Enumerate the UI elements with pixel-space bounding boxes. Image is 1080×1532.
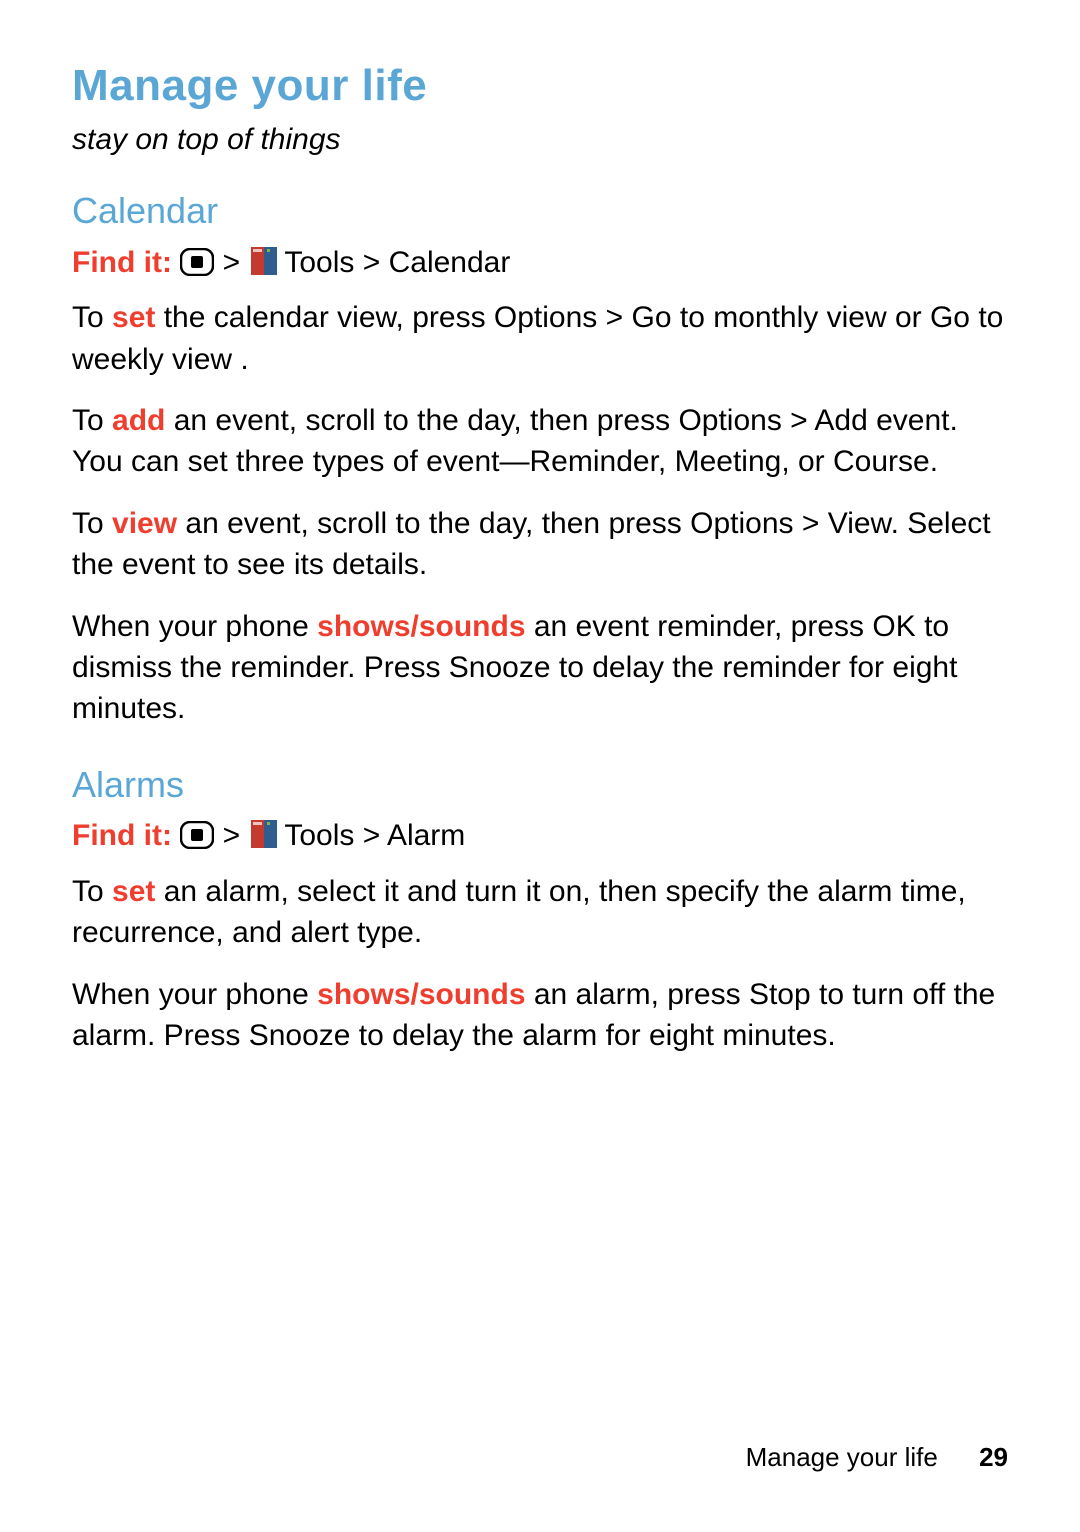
findit-label: Find it:: [72, 246, 172, 279]
ui-meeting: Meeting: [675, 445, 782, 478]
section-heading-calendar: Calendar: [72, 186, 1008, 236]
ui-reminder: Reminder: [530, 445, 658, 478]
ui-monthly-view: Go to monthly view: [632, 301, 887, 334]
breadcrumb-tools: Tools: [284, 819, 354, 852]
text: the calendar view, press: [155, 301, 494, 334]
home-key-icon: [180, 819, 214, 860]
calendar-reminder-paragraph: When your phone shows/sounds an event re…: [72, 606, 1008, 730]
text: >: [782, 404, 815, 437]
findit-label: Find it:: [72, 819, 172, 852]
ui-snooze: Snooze: [449, 651, 551, 684]
text: ,: [658, 445, 675, 478]
findit-calendar: Find it: > Tools > Calendar: [72, 242, 1008, 287]
alarm-set-paragraph: To set an alarm, select it and turn it o…: [72, 871, 1008, 954]
breadcrumb-sep: >: [223, 819, 241, 852]
ui-options: Options: [678, 404, 781, 437]
breadcrumb-sep: >: [363, 246, 381, 279]
calendar-add-paragraph: To add an event, scroll to the day, then…: [72, 400, 1008, 483]
ui-ok: OK: [872, 610, 915, 643]
text: an alarm, press: [526, 978, 749, 1011]
page-title: Manage your life: [72, 56, 1008, 117]
text: an event reminder, press: [526, 610, 873, 643]
page-subtitle: stay on top of things: [72, 119, 1008, 160]
ui-snooze: Snooze: [249, 1019, 351, 1052]
text: To: [72, 875, 112, 908]
tools-icon: [251, 245, 277, 286]
text: .: [930, 445, 938, 478]
ui-stop: Stop: [749, 978, 811, 1011]
ui-options: Options: [690, 507, 793, 540]
calendar-set-paragraph: To set the calendar view, press Options …: [72, 297, 1008, 380]
highlight-set: set: [112, 301, 155, 334]
breadcrumb-target: Calendar: [389, 246, 511, 279]
ui-options: Options: [494, 301, 597, 334]
text: .: [232, 343, 249, 376]
page-number: 29: [979, 1442, 1008, 1472]
page-container: Manage your life stay on top of things C…: [0, 0, 1080, 1532]
alarm-sounds-paragraph: When your phone shows/sounds an alarm, p…: [72, 974, 1008, 1057]
page-footer: Manage your life 29: [746, 1440, 1008, 1476]
highlight-shows-sounds: shows/sounds: [317, 978, 525, 1011]
findit-alarms: Find it: > Tools > Alarm: [72, 815, 1008, 860]
text: When your phone: [72, 978, 317, 1011]
text: >: [794, 507, 828, 540]
highlight-shows-sounds: shows/sounds: [317, 610, 525, 643]
text: To: [72, 507, 112, 540]
breadcrumb-sep: >: [223, 246, 241, 279]
text: or: [887, 301, 930, 334]
ui-course: Course: [833, 445, 930, 478]
ui-add-event: Add event: [814, 404, 949, 437]
tools-icon: [251, 818, 277, 859]
breadcrumb-sep: >: [363, 819, 381, 852]
text: To: [72, 301, 112, 334]
text: an event, scroll to the day, then press: [177, 507, 690, 540]
breadcrumb-target: Alarm: [387, 819, 465, 852]
highlight-add: add: [112, 404, 165, 437]
text: When your phone: [72, 610, 317, 643]
calendar-view-paragraph: To view an event, scroll to the day, the…: [72, 503, 1008, 586]
breadcrumb-tools: Tools: [284, 246, 354, 279]
text: , or: [781, 445, 833, 478]
section-heading-alarms: Alarms: [72, 760, 1008, 810]
text: >: [597, 301, 631, 334]
footer-section: Manage your life: [746, 1442, 938, 1472]
home-key-icon: [180, 246, 214, 287]
text: To: [72, 404, 112, 437]
highlight-view: view: [112, 507, 177, 540]
text: an event, scroll to the day, then press: [165, 404, 678, 437]
text: an alarm, select it and turn it on, then…: [72, 875, 966, 949]
highlight-set: set: [112, 875, 155, 908]
text: to delay the alarm for eight minutes.: [350, 1019, 835, 1052]
ui-view: View: [828, 507, 891, 540]
